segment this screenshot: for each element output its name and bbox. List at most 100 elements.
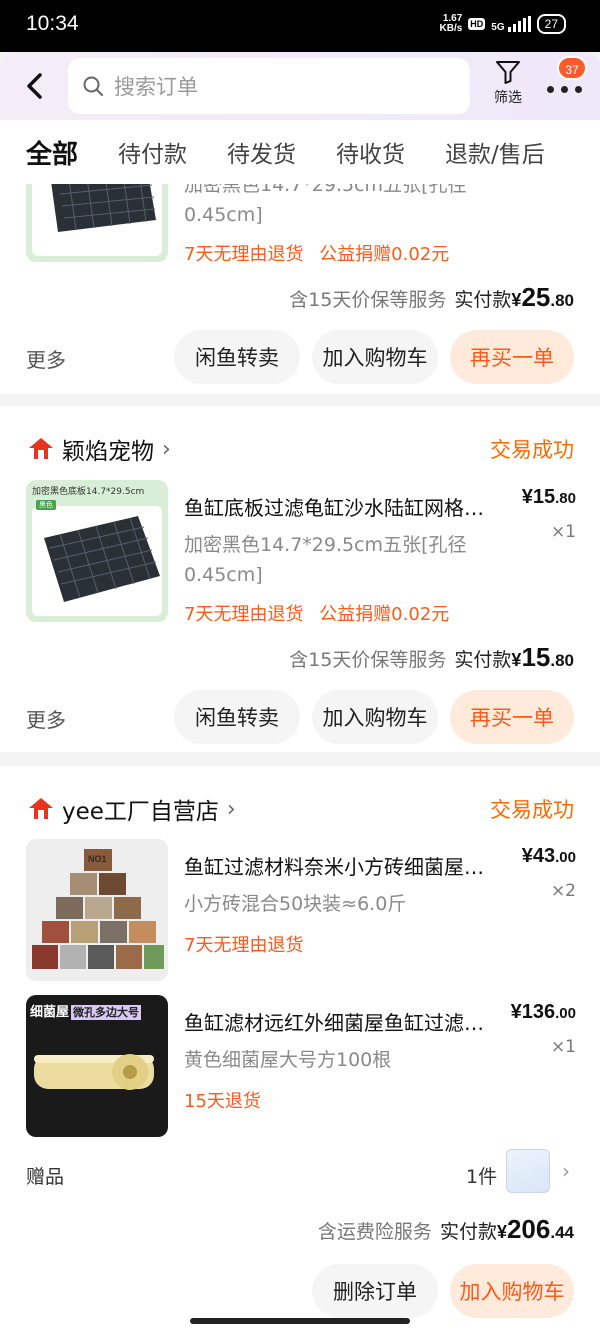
total-label: 实付款 bbox=[454, 289, 512, 311]
tab-pending-receipt[interactable]: 待收货 bbox=[336, 135, 405, 169]
product-price: ¥136.00 bbox=[511, 1001, 576, 1024]
order-status: 交易成功 bbox=[490, 798, 574, 822]
order-item[interactable]: 加密黑色14.7*29.5cm五张[孔径0.45cm] 7天无理由退货 公益捐赠… bbox=[0, 184, 600, 266]
filter-label: 筛选 bbox=[494, 90, 522, 106]
grid-panel-image bbox=[51, 184, 156, 232]
product-price: ¥43.00 bbox=[522, 845, 576, 868]
resell-button[interactable]: 闲鱼转卖 bbox=[174, 690, 300, 744]
return-policy-tag: 7天无理由退货 bbox=[184, 604, 304, 625]
total-amount: 206 bbox=[506, 1214, 551, 1244]
price-decimal: .80 bbox=[555, 490, 576, 507]
shop-name: 颖焰宠物 bbox=[62, 439, 154, 465]
brick-label: NO1 bbox=[88, 854, 107, 864]
battery-icon: 27 bbox=[536, 14, 566, 34]
service-note: 含15天价保等服务 bbox=[289, 649, 447, 671]
product-spec: 加密黑色14.7*29.5cm五张[孔径0.45cm] bbox=[184, 184, 467, 226]
search-input[interactable]: 搜索订单 bbox=[68, 58, 470, 114]
shop-header[interactable]: yee工厂自营店 › bbox=[26, 792, 236, 826]
add-to-cart-button[interactable]: 加入购物车 bbox=[312, 690, 438, 744]
more-link[interactable]: 更多 bbox=[26, 344, 66, 373]
gift-count[interactable]: 1件 bbox=[466, 1162, 497, 1189]
search-placeholder: 搜索订单 bbox=[114, 75, 198, 99]
filter-funnel-icon bbox=[496, 61, 520, 84]
product-tags: 7天无理由退货 bbox=[184, 931, 313, 957]
tab-refund[interactable]: 退款/售后 bbox=[445, 135, 545, 169]
price-int: ¥15 bbox=[521, 486, 556, 508]
shop-name: yee工厂自营店 bbox=[62, 799, 219, 825]
shop-logo-icon bbox=[29, 438, 53, 459]
filter-button[interactable]: 筛选 bbox=[488, 58, 528, 107]
ceramic-tube-image bbox=[34, 1054, 154, 1090]
notification-badge: 37 bbox=[557, 56, 587, 80]
product-thumbnail: 细菌屋 微孔多边大号 bbox=[26, 995, 168, 1137]
charity-tag: 公益捐赠0.02元 bbox=[319, 244, 450, 265]
price-decimal: .00 bbox=[555, 849, 576, 866]
total-decimal: .80 bbox=[550, 291, 574, 310]
product-spec: 小方砖混合50块装≈6.0斤 bbox=[184, 893, 407, 915]
total-decimal: .80 bbox=[550, 651, 574, 670]
total-amount: 25 bbox=[521, 282, 551, 312]
service-note: 含运费险服务 bbox=[317, 1221, 432, 1243]
chevron-right-icon: › bbox=[162, 436, 171, 462]
delete-order-button[interactable]: 删除订单 bbox=[312, 1264, 438, 1318]
price-int: ¥136 bbox=[510, 1001, 556, 1023]
tab-pending-payment[interactable]: 待付款 bbox=[118, 135, 187, 169]
add-to-cart-button[interactable]: 加入购物车 bbox=[450, 1264, 574, 1318]
order-card: yee工厂自营店 › 交易成功 NO1 鱼缸过滤材料奈米小方砖细菌屋培菌砖 小方… bbox=[0, 766, 600, 1333]
tab-all[interactable]: 全部 bbox=[26, 134, 78, 171]
product-quantity: ×1 bbox=[550, 1037, 576, 1057]
return-policy-tag: 15天退货 bbox=[184, 1091, 261, 1112]
total-currency: ¥ bbox=[511, 290, 522, 310]
buy-again-button[interactable]: 再买一单 bbox=[450, 330, 574, 384]
signal-indicator: 5G bbox=[491, 16, 531, 33]
order-card: 加密黑色14.7*29.5cm五张[孔径0.45cm] 7天无理由退货 公益捐赠… bbox=[0, 184, 600, 394]
shop-header[interactable]: 颖焰宠物 › bbox=[26, 432, 171, 466]
back-button[interactable] bbox=[18, 66, 54, 106]
total-currency: ¥ bbox=[511, 650, 522, 670]
product-title: 鱼缸过滤材料奈米小方砖细菌屋培菌砖 bbox=[184, 855, 500, 879]
add-to-cart-button[interactable]: 加入购物车 bbox=[312, 330, 438, 384]
home-indicator bbox=[190, 1318, 410, 1324]
network-speed: 1.67 KB/s bbox=[440, 14, 463, 34]
order-status: 交易成功 bbox=[490, 438, 574, 462]
product-tags: 7天无理由退货 公益捐赠0.02元 bbox=[184, 240, 459, 266]
order-item[interactable]: 细菌屋 微孔多边大号 鱼缸滤材远红外细菌屋鱼缸过滤材料 黄色细菌屋大号方100根 … bbox=[0, 995, 600, 1141]
resell-button[interactable]: 闲鱼转卖 bbox=[174, 330, 300, 384]
product-spec: 黄色细菌屋大号方100根 bbox=[184, 1049, 392, 1071]
order-item[interactable]: 加密黑色底板14.7*29.5cm 黑色 鱼缸底板过滤龟缸沙水陆缸网格隔离板 加… bbox=[0, 480, 600, 626]
price-int: ¥43 bbox=[521, 845, 556, 867]
more-menu-button[interactable]: 37 bbox=[545, 56, 587, 100]
return-policy-tag: 7天无理由退货 bbox=[184, 244, 304, 265]
grid-panel-image bbox=[44, 516, 160, 602]
gift-thumbnail[interactable] bbox=[506, 1149, 550, 1193]
buy-again-button[interactable]: 再买一单 bbox=[450, 690, 574, 744]
order-total: 含15天价保等服务 实付款 ¥ 25 .80 bbox=[289, 282, 574, 313]
total-label: 实付款 bbox=[454, 649, 512, 671]
hd-icon: HD bbox=[468, 18, 486, 30]
status-time: 10:34 bbox=[26, 12, 79, 35]
product-spec: 加密黑色14.7*29.5cm五张[孔径0.45cm] bbox=[184, 534, 467, 586]
header: 搜索订单 筛选 37 bbox=[0, 52, 600, 120]
product-thumbnail bbox=[26, 184, 168, 262]
more-link[interactable]: 更多 bbox=[26, 704, 66, 733]
tab-pending-shipment[interactable]: 待发货 bbox=[227, 135, 296, 169]
chevron-right-icon: › bbox=[226, 796, 236, 822]
total-currency: ¥ bbox=[496, 1222, 507, 1242]
gift-label: 赠品 bbox=[26, 1166, 65, 1188]
product-title: 鱼缸底板过滤龟缸沙水陆缸网格隔离板 bbox=[184, 496, 500, 520]
order-total: 含运费险服务 实付款 ¥ 206 .44 bbox=[318, 1214, 574, 1245]
signal-label: 5G bbox=[491, 22, 505, 33]
product-title: 鱼缸滤材远红外细菌屋鱼缸过滤材料 bbox=[184, 1011, 500, 1035]
order-item[interactable]: NO1 鱼缸过滤材料奈米小方砖细菌屋培菌砖 小方砖混合50块装≈6.0斤 7天无… bbox=[0, 839, 600, 985]
search-icon bbox=[83, 76, 103, 96]
back-arrow-icon bbox=[27, 73, 42, 99]
order-card: 颖焰宠物 › 交易成功 加密黑色底板14.7*29.5cm 黑色 鱼缸底板过滤龟… bbox=[0, 406, 600, 752]
product-quantity: ×2 bbox=[550, 881, 576, 901]
chevron-right-icon[interactable]: › bbox=[562, 1159, 570, 1183]
product-quantity: ×1 bbox=[550, 522, 576, 542]
total-decimal: .44 bbox=[550, 1223, 574, 1242]
order-tabs: 全部 待付款 待发货 待收货 退款/售后 bbox=[0, 120, 600, 184]
product-tags: 15天退货 bbox=[184, 1087, 271, 1113]
shop-logo-icon bbox=[29, 798, 53, 819]
product-thumbnail: 加密黑色底板14.7*29.5cm 黑色 bbox=[26, 480, 168, 622]
